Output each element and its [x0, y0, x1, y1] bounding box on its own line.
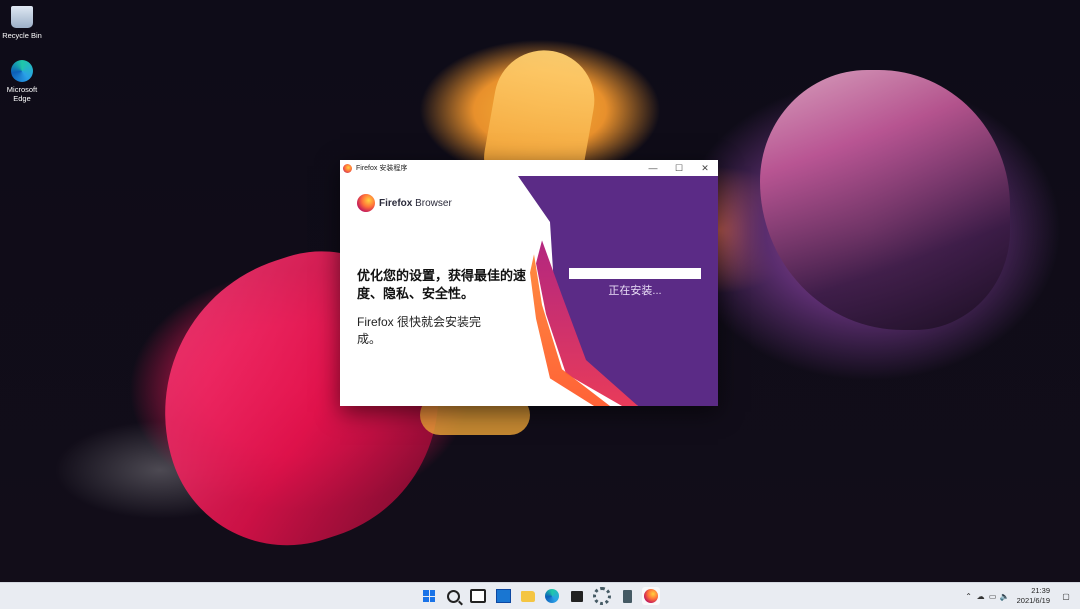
store-button[interactable]	[568, 587, 586, 605]
clock-date: 2021/6/19	[1016, 596, 1050, 605]
gear-icon	[593, 587, 611, 605]
progress-bar	[569, 268, 701, 279]
maximize-button[interactable]: ☐	[666, 160, 692, 176]
desktop-icon-edge[interactable]: Microsoft Edge	[0, 60, 44, 103]
installer-art-pane: 正在安装...	[518, 176, 718, 406]
firefox-icon	[644, 589, 658, 603]
firefox-icon	[343, 163, 352, 173]
chevron-up-icon[interactable]: ⌃	[963, 592, 975, 601]
calculator-button[interactable]	[618, 587, 636, 605]
wallpaper-bloom	[760, 70, 1010, 330]
notification-icon[interactable]: ▢	[1058, 592, 1074, 601]
installer-subtext: Firefox 很快就会安装完成。	[357, 315, 482, 346]
installer-body: Firefox Browser 优化您的设置，获得最佳的速度、隐私、安全性。 F…	[340, 176, 718, 406]
clock-time: 21:39	[1031, 586, 1050, 595]
installer-left-pane: Firefox Browser 优化您的设置，获得最佳的速度、隐私、安全性。 F…	[340, 176, 540, 406]
volume-icon[interactable]: 🔈	[999, 592, 1011, 601]
desktop-icon-recycle-bin[interactable]: Recycle Bin	[0, 6, 44, 40]
minimize-button[interactable]: —	[640, 160, 666, 176]
edge-icon	[545, 589, 559, 603]
recycle-bin-icon	[11, 6, 33, 28]
taskbar-search-button[interactable]	[444, 587, 462, 605]
network-icon[interactable]: ▭	[987, 592, 999, 601]
installer-window: Firefox 安装程序 — ☐ ✕ Firefox Browser 优化您的设…	[340, 160, 718, 406]
task-view-icon	[470, 589, 486, 603]
window-title: Firefox 安装程序	[356, 165, 408, 172]
task-view-button[interactable]	[469, 587, 487, 605]
cloud-icon[interactable]: ☁	[975, 592, 987, 601]
close-button[interactable]: ✕	[692, 160, 718, 176]
installer-heading: 优化您的设置，获得最佳的速度、隐私、安全性。	[357, 268, 527, 301]
taskbar-clock[interactable]: 21:39 2021/6/19	[1017, 586, 1050, 606]
edge-taskbar-button[interactable]	[543, 587, 561, 605]
window-controls: — ☐ ✕	[640, 160, 718, 176]
widgets-button[interactable]	[494, 587, 512, 605]
install-status: 正在安装...	[608, 285, 662, 297]
search-icon	[446, 589, 460, 603]
desktop-icon-label: Microsoft Edge	[6, 85, 38, 103]
brand-name: Firefox Browser	[379, 197, 452, 209]
window-titlebar[interactable]: Firefox 安装程序 — ☐ ✕	[340, 160, 718, 176]
edge-icon	[11, 60, 33, 82]
start-button[interactable]	[420, 587, 438, 605]
settings-button[interactable]	[593, 587, 611, 605]
desktop-icon-label: Recycle Bin	[2, 31, 42, 40]
firefox-logo-icon	[357, 194, 375, 212]
file-explorer-button[interactable]	[519, 587, 537, 605]
progress-fill	[569, 268, 701, 279]
store-icon	[571, 590, 583, 602]
taskbar: ⌃ ☁ ▭ 🔈 21:39 2021/6/19 ▢	[0, 582, 1080, 609]
widgets-icon	[495, 589, 511, 603]
system-tray: ⌃ ☁ ▭ 🔈 21:39 2021/6/19 ▢	[963, 583, 1080, 609]
folder-icon	[521, 590, 535, 602]
calculator-icon	[622, 589, 632, 603]
brand-lockup: Firefox Browser	[357, 194, 452, 212]
windows-logo-icon	[423, 590, 435, 602]
firefox-taskbar-button[interactable]	[642, 587, 660, 605]
